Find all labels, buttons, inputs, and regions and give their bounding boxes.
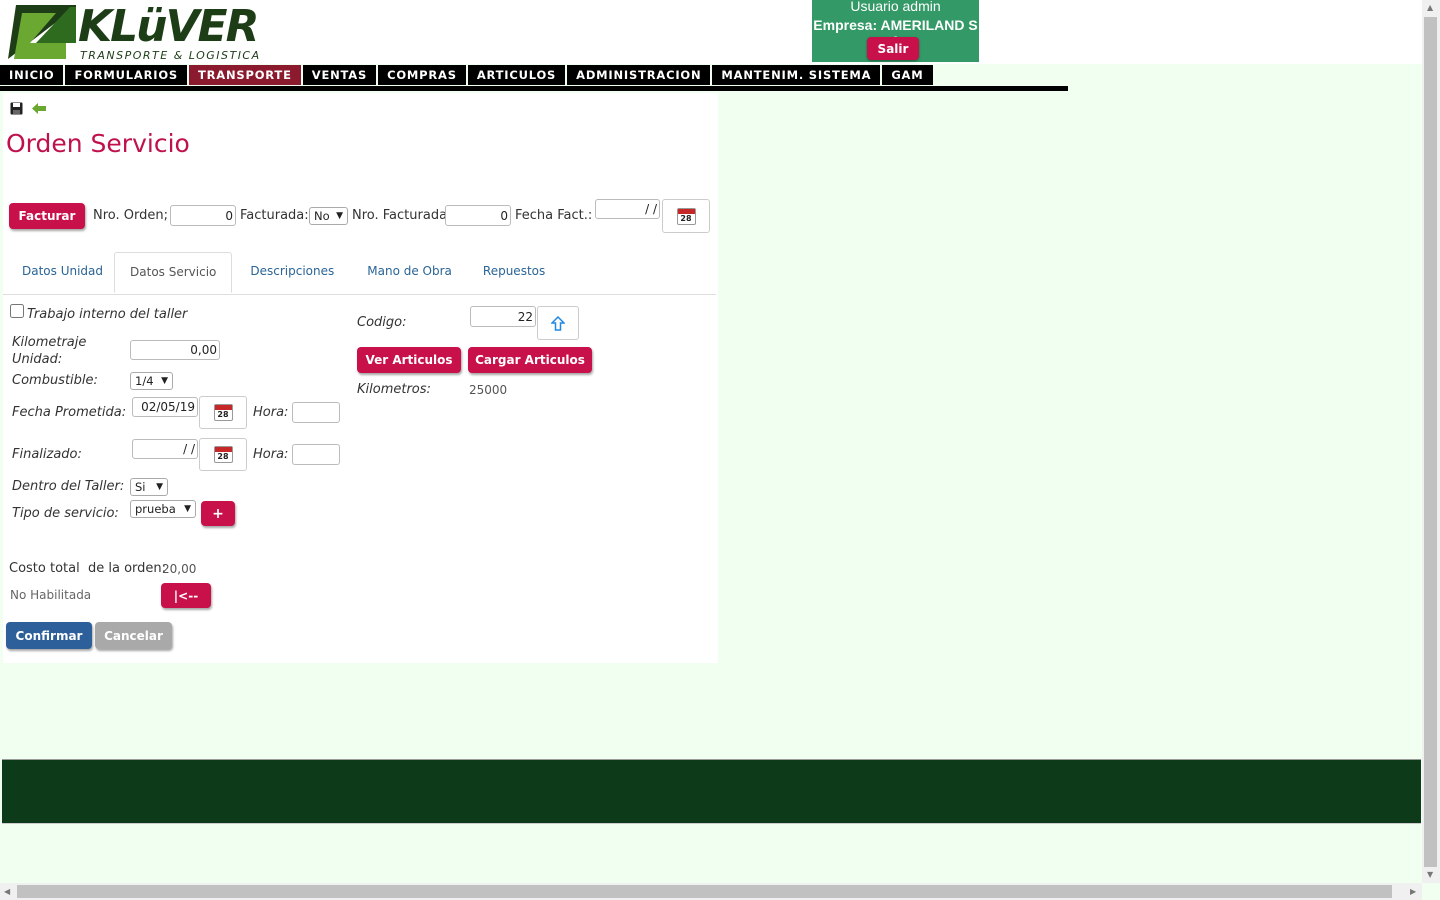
first-record-button[interactable]: |<-- [161, 583, 211, 608]
invoiced-select[interactable]: No ▼ [309, 207, 348, 225]
promised-hour-label: Hora: [253, 405, 289, 420]
invoiced-select-value: No [314, 209, 330, 223]
nav-item-ventas[interactable]: VENTAS [302, 65, 377, 85]
order-number-input[interactable] [170, 205, 236, 226]
finished-hour-label: Hora: [253, 447, 289, 462]
nav-divider [0, 86, 1068, 91]
total-cost-value: 20,00 [162, 562, 197, 576]
page-title: Orden Servicio [6, 129, 190, 158]
main-nav: INICIO FORMULARIOS TRANSPORTE VENTAS COM… [0, 65, 935, 85]
scroll-up-icon[interactable]: ▲ [1427, 3, 1433, 12]
tabs-divider [3, 294, 716, 295]
vertical-scrollbar[interactable]: ▲ ▼ [1422, 0, 1440, 883]
fuel-label: Combustible: [12, 373, 98, 388]
in-workshop-label: Dentro del Taller: [12, 479, 125, 494]
finished-label: Finalizado: [12, 447, 82, 462]
chevron-down-icon: ▼ [156, 482, 163, 492]
form-panel [3, 93, 718, 663]
fuel-select[interactable]: 1/4 ▼ [130, 372, 173, 390]
save-icon[interactable] [10, 102, 23, 119]
tab-datos-servicio[interactable]: Datos Servicio [114, 252, 233, 293]
vertical-scroll-thumb[interactable] [1424, 17, 1437, 867]
tab-repuestos[interactable]: Repuestos [467, 252, 561, 293]
nav-item-administracion[interactable]: ADMINISTRACION [567, 65, 711, 85]
order-number-label: Nro. Orden; [93, 208, 168, 223]
promised-date-calendar-button[interactable]: 28 [199, 396, 247, 429]
invoice-date-calendar-button[interactable]: 28 [662, 199, 710, 233]
chevron-down-icon: ▼ [184, 504, 191, 514]
tab-datos-unidad[interactable]: Datos Unidad [11, 252, 114, 293]
scroll-left-icon[interactable]: ◀ [4, 887, 10, 896]
service-type-select[interactable]: prueba ▼ [130, 500, 196, 518]
scroll-down-icon[interactable]: ▼ [1427, 870, 1433, 879]
internal-work-checkbox[interactable] [10, 304, 24, 318]
finished-hour-input[interactable] [292, 444, 340, 465]
cancel-button[interactable]: Cancelar [95, 622, 172, 649]
invoiced-number-input[interactable] [445, 205, 511, 226]
promised-date-input[interactable] [132, 397, 198, 417]
mileage-label-line2: Unidad: [12, 352, 63, 367]
confirm-button[interactable]: Confirmar [6, 622, 92, 649]
view-items-button[interactable]: Ver Articulos [357, 347, 461, 373]
invoice-button[interactable]: Facturar [9, 203, 85, 229]
mileage-input[interactable] [130, 340, 220, 360]
chevron-down-icon: ▼ [336, 211, 343, 221]
user-name: Usuario admin [850, 0, 941, 14]
invoiced-number-label: Nro. Facturada [352, 208, 448, 223]
total-cost-label: Costo total de la orden: [9, 561, 167, 576]
load-items-button[interactable]: Cargar Articulos [468, 347, 592, 373]
calendar-icon: 28 [213, 404, 233, 421]
tab-mano-de-obra[interactable]: Mano de Obra [352, 252, 467, 293]
calendar-icon: 28 [213, 446, 233, 463]
kilometers-label: Kilometros: [357, 382, 431, 397]
code-input[interactable] [470, 306, 536, 327]
calendar-icon: 28 [676, 207, 696, 225]
user-info-box: Usuario admin Empresa: AMERILAND S A Sal… [812, 0, 979, 62]
in-workshop-select[interactable]: Si ▼ [130, 478, 168, 496]
back-arrow-icon[interactable] [32, 103, 46, 118]
mileage-label-line1: Kilometraje [12, 335, 87, 350]
status-text: No Habilitada [10, 588, 92, 602]
logout-button[interactable]: Salir [867, 37, 919, 60]
tab-descripciones[interactable]: Descripciones [232, 252, 352, 293]
chevron-down-icon: ▼ [161, 376, 168, 386]
nav-item-inicio[interactable]: INICIO [0, 65, 64, 85]
kluver-logo[interactable]: KLüVER TRANSPORTE & LOGISTICA [6, 3, 274, 63]
arrow-up-icon [551, 315, 565, 331]
service-type-label: Tipo de servicio: [12, 506, 119, 521]
logo-wordmark: KLüVER [78, 1, 259, 52]
nav-item-formularios[interactable]: FORMULARIOS [65, 65, 187, 85]
internal-work-label: Trabajo interno del taller [27, 307, 188, 322]
kilometers-value: 25000 [469, 383, 508, 397]
service-type-select-value: prueba [135, 502, 176, 516]
nav-item-mantenim-sistema[interactable]: MANTENIM. SISTEMA [712, 65, 881, 85]
footer-band [2, 759, 1421, 824]
logo-tagline: TRANSPORTE & LOGISTICA [80, 49, 261, 62]
add-service-type-button[interactable]: + [201, 501, 235, 526]
nav-item-compras[interactable]: COMPRAS [378, 65, 466, 85]
promised-hour-input[interactable] [292, 402, 340, 423]
invoice-date-label: Fecha Fact.: [515, 208, 593, 223]
code-lookup-button[interactable] [537, 306, 579, 340]
horizontal-scroll-thumb[interactable] [17, 885, 1392, 898]
invoice-date-input[interactable] [595, 199, 660, 219]
tab-bar: Datos Unidad Datos Servicio Descripcione… [11, 252, 561, 293]
horizontal-scrollbar[interactable]: ◀ ▶ [0, 883, 1422, 900]
in-workshop-select-value: Si [135, 480, 146, 494]
code-label: Codigo: [357, 315, 407, 330]
scroll-right-icon[interactable]: ▶ [1410, 887, 1416, 896]
promised-date-label: Fecha Prometida: [12, 405, 127, 420]
nav-item-transporte[interactable]: TRANSPORTE [188, 65, 301, 85]
nav-item-gam[interactable]: GAM [882, 65, 933, 85]
invoiced-label: Facturada: [240, 208, 309, 223]
nav-item-articulos[interactable]: ARTICULOS [467, 65, 566, 85]
finished-date-input[interactable] [132, 439, 198, 459]
logo-arrow-icon [8, 5, 76, 59]
fuel-select-value: 1/4 [135, 374, 154, 388]
finished-date-calendar-button[interactable]: 28 [199, 438, 247, 471]
